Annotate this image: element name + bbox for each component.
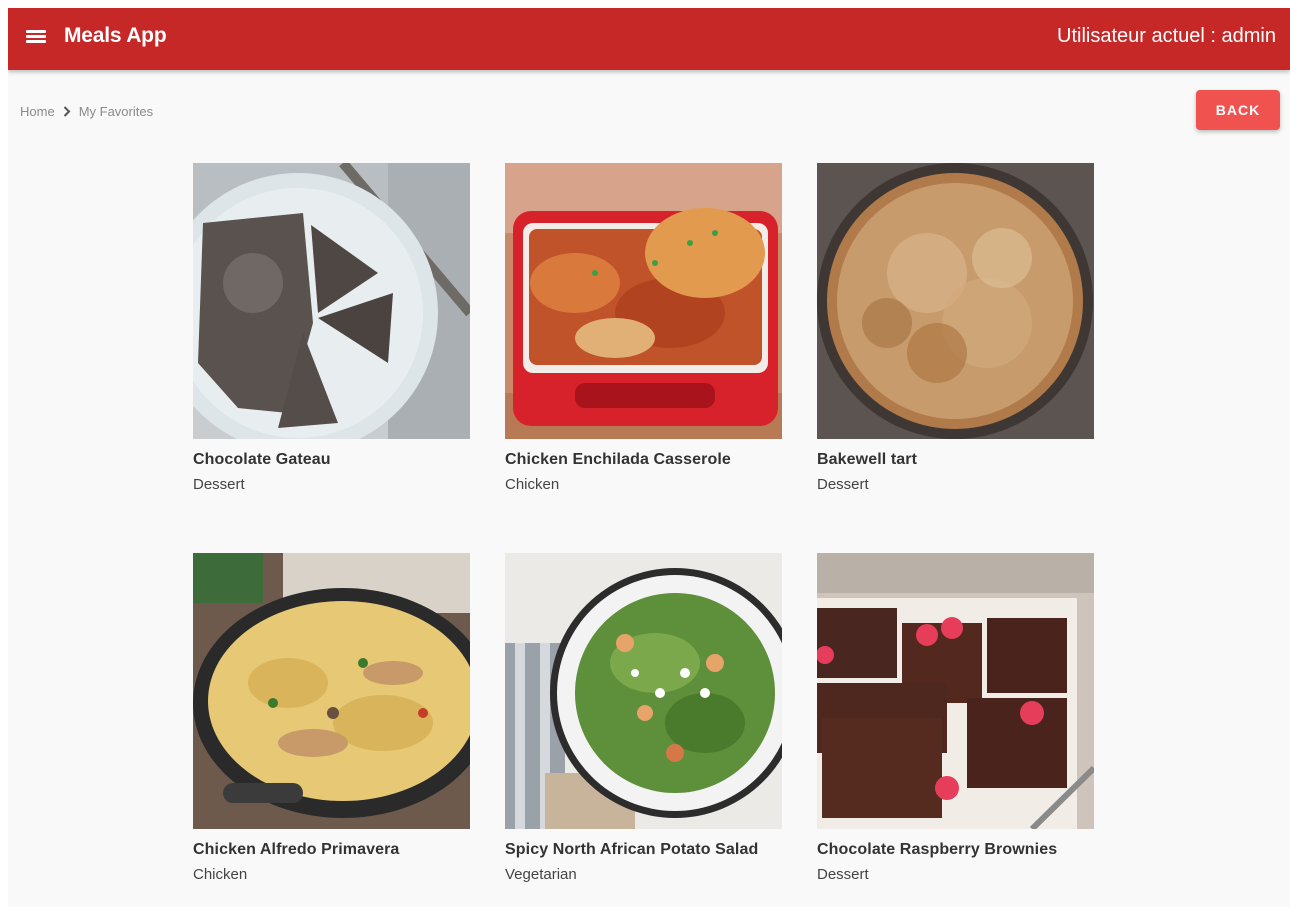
- meal-image[interactable]: [193, 553, 470, 829]
- back-button[interactable]: BACK: [1196, 90, 1280, 130]
- breadcrumb: Home My Favorites: [20, 102, 153, 120]
- meal-card[interactable]: Chocolate Gateau Dessert: [193, 163, 470, 494]
- meal-image[interactable]: [193, 163, 470, 439]
- app-frame: Meals App Utilisateur actuel : admin Hom…: [8, 8, 1290, 907]
- breadcrumb-home-link[interactable]: Home: [20, 104, 55, 119]
- meal-name: Chocolate Raspberry Brownies: [817, 841, 1058, 858]
- current-user-label: Utilisateur actuel : admin: [1057, 25, 1276, 47]
- meal-image[interactable]: [505, 163, 782, 439]
- app-bar: Meals App Utilisateur actuel : admin: [8, 8, 1290, 70]
- meal-category: Dessert: [817, 476, 869, 493]
- app-title: Meals App: [64, 24, 167, 47]
- meal-category: Dessert: [193, 476, 245, 493]
- meal-category: Chicken: [193, 866, 248, 883]
- meal-card[interactable]: Bakewell tart Dessert: [817, 163, 1094, 494]
- chevron-right-icon: [63, 105, 71, 117]
- hamburger-menu-icon[interactable]: [26, 28, 46, 44]
- meal-name: Spicy North African Potato Salad: [505, 841, 759, 858]
- breadcrumb-current: My Favorites: [78, 103, 154, 119]
- meal-image[interactable]: [817, 163, 1094, 439]
- meal-image[interactable]: [817, 553, 1094, 829]
- meal-image[interactable]: [505, 553, 782, 829]
- meal-card[interactable]: Chocolate Raspberry Brownies Dessert: [817, 553, 1094, 884]
- meal-category: Vegetarian: [505, 866, 577, 883]
- meal-card[interactable]: Chicken Alfredo Primavera Chicken: [193, 553, 470, 884]
- meal-name: Chicken Alfredo Primavera: [193, 841, 400, 858]
- meal-name: Chocolate Gateau: [193, 451, 331, 468]
- meal-category: Dessert: [817, 866, 869, 883]
- meal-category: Chicken: [505, 476, 560, 493]
- meal-card[interactable]: Spicy North African Potato Salad Vegetar…: [505, 553, 782, 884]
- meal-name: Bakewell tart: [817, 451, 918, 468]
- meal-name: Chicken Enchilada Casserole: [505, 451, 731, 468]
- meal-card[interactable]: Chicken Enchilada Casserole Chicken: [505, 163, 782, 494]
